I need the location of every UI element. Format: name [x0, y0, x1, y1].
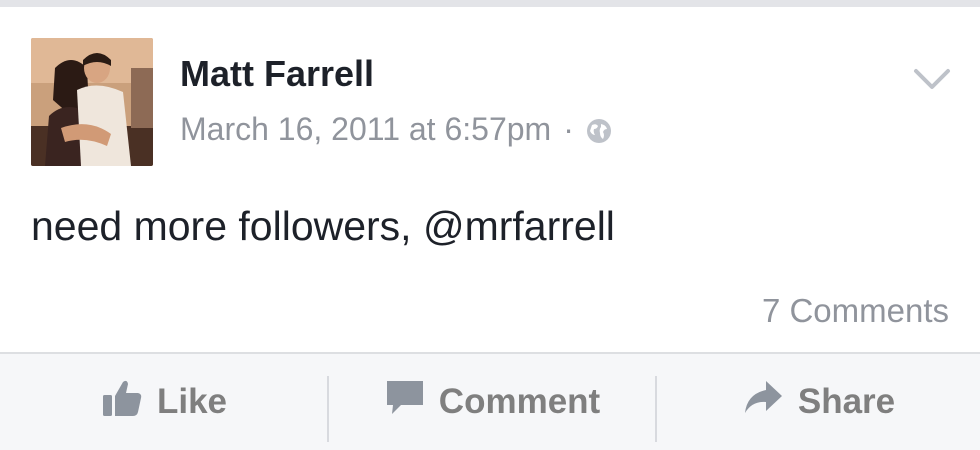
like-button[interactable]: Like	[0, 354, 328, 450]
speech-bubble-icon	[385, 378, 425, 427]
chevron-down-icon[interactable]	[912, 65, 952, 93]
feed-post: Matt Farrell March 16, 2011 at 6:57pm · …	[0, 7, 980, 352]
meta-separator: ·	[563, 111, 574, 147]
share-button[interactable]: Share	[657, 354, 980, 450]
comments-count-link[interactable]: 7 Comments	[762, 292, 949, 330]
post-timestamp[interactable]: March 16, 2011 at 6:57pm	[180, 111, 551, 148]
like-label: Like	[156, 382, 228, 421]
post-message: need more followers, @mrfarrell	[31, 203, 615, 249]
author-name[interactable]: Matt Farrell	[180, 53, 374, 95]
post-meta: March 16, 2011 at 6:57pm ·	[180, 111, 614, 148]
author-avatar[interactable]	[31, 38, 153, 166]
avatar-photo	[31, 38, 153, 166]
comment-button[interactable]: Comment	[329, 354, 656, 450]
globe-icon[interactable]	[584, 116, 614, 146]
post-action-bar: Like Comment Share	[0, 352, 980, 450]
top-separator-strip	[0, 0, 980, 7]
share-arrow-icon	[742, 379, 784, 426]
thumbs-up-icon	[101, 378, 143, 427]
share-label: Share	[797, 382, 896, 421]
comment-label: Comment	[438, 382, 601, 421]
